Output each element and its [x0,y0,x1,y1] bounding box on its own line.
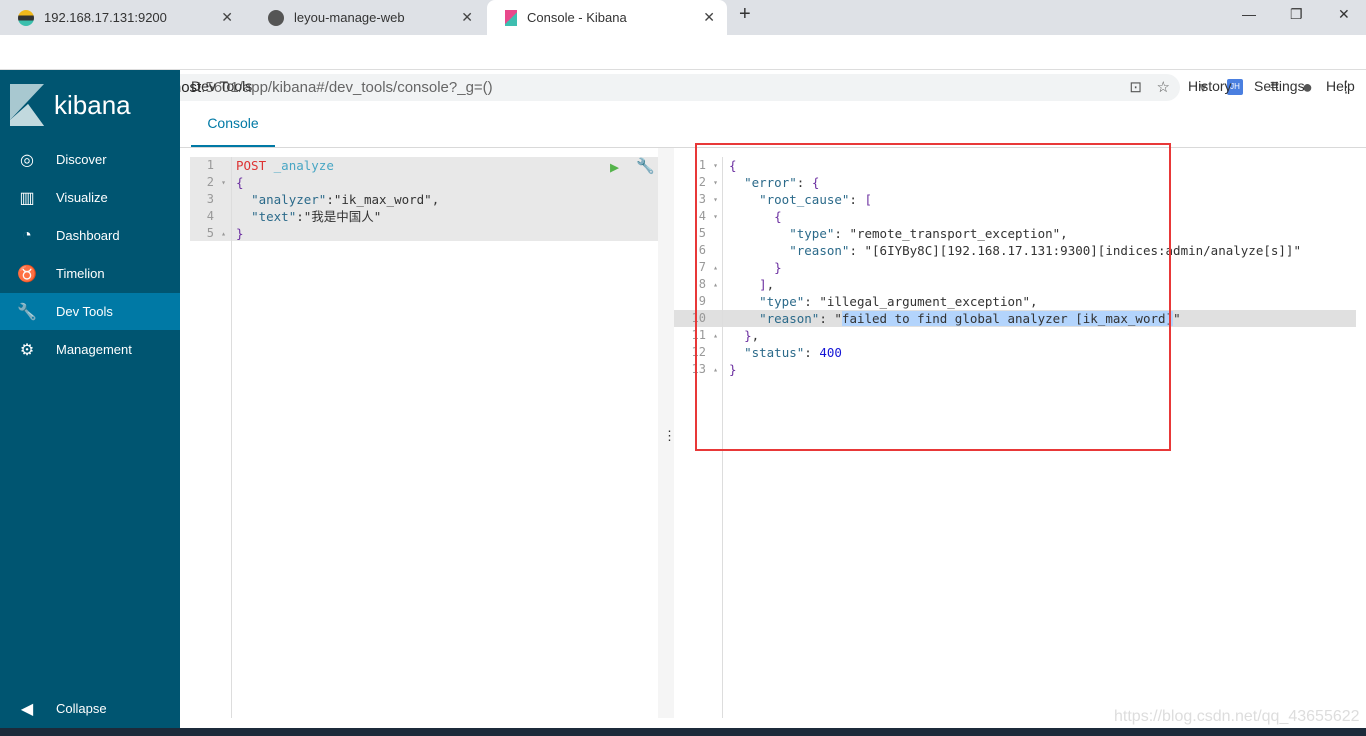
fold-icon[interactable]: ▴ [216,225,226,242]
request-line: POST _analyze [236,157,334,174]
kibana-logo [10,84,44,126]
line-number: 1 [206,158,214,172]
sidebar-item-discover[interactable]: ◎ Discover [0,141,180,178]
sidebar-item-dashboard[interactable]: ◔ Dashboard [0,217,180,254]
translate-icon[interactable]: ⊡ [1129,74,1142,101]
browser-tab[interactable]: leyou-manage-web ✕ [250,0,485,35]
help-link[interactable]: Help [1326,78,1355,94]
new-tab-button[interactable]: + [739,3,751,26]
kibana-icon [505,9,517,26]
sidebar-item-label: Visualize [56,190,108,205]
url-input[interactable]: ⓘ localhost:5601/app/kibana#/dev_tools/c… [108,74,1180,101]
sidebar-item-label: Dashboard [56,228,120,243]
play-icon[interactable]: ▶ [610,158,619,176]
request-line: "analyzer":"ik_max_word", [251,192,440,207]
wrench-icon[interactable]: 🔧 [636,157,655,175]
sidebar-item-visualize[interactable]: ▥ Visualize [0,179,180,216]
collapse-label: Collapse [56,701,107,716]
star-icon[interactable]: ☆ [1157,74,1170,101]
sidebar-item-management[interactable]: ⚙ Management [0,331,180,368]
sidebar-item-label: Management [56,342,132,357]
browser-tab-bar: 192.168.17.131:9200 ✕ leyou-manage-web ✕… [0,0,1366,35]
close-tab-icon[interactable]: ✕ [221,9,233,26]
tab-title: 192.168.17.131:9200 [44,10,167,25]
taskbar [0,728,1366,736]
globe-icon [268,9,284,26]
elastic-icon [18,9,34,26]
tab-title: leyou-manage-web [294,10,405,25]
compass-icon: ◎ [20,151,34,169]
gear-icon: ⚙ [19,341,35,359]
sidebar-collapse[interactable]: ◀ Collapse [0,690,180,727]
bar-chart-icon: ▥ [19,189,35,207]
close-tab-icon[interactable]: ✕ [703,9,715,26]
dashboard-icon: ◔ [22,226,32,244]
close-tab-icon[interactable]: ✕ [461,9,473,26]
wrench-icon: 🔧 [17,303,37,321]
request-line: { [236,175,244,190]
request-line: "text":"我是中国人" [251,209,382,224]
resize-handle[interactable]: ⋮ [658,148,676,718]
collapse-icon: ◀ [20,700,34,718]
sidebar-item-label: Dev Tools [56,304,113,319]
settings-link[interactable]: Settings [1254,78,1305,94]
sidebar-item-label: Timelion [56,266,105,281]
tab-title: Console - Kibana [527,10,627,25]
fold-icon[interactable]: ▾ [216,174,226,191]
sidebar-item-timelion[interactable]: ♉ Timelion [0,255,180,292]
line-number: 3 [206,192,214,206]
history-link[interactable]: History [1188,78,1232,94]
timelion-icon: ♉ [17,265,37,283]
sidebar: kibana ◎ Discover ▥ Visualize ◔ Dashboard ♉… [0,70,180,728]
browser-tab[interactable]: 192.168.17.131:9200 ✕ [0,0,245,35]
request-line: } [236,226,244,241]
sidebar-item-label: Discover [56,152,107,167]
highlight-box [695,143,1171,451]
line-number: 4 [206,209,214,223]
minimize-button[interactable]: — [1242,6,1256,22]
request-path: _analyze [273,158,334,173]
tab-console[interactable]: Console [191,110,275,147]
sidebar-item-dev-tools[interactable]: 🔧 Dev Tools [0,293,180,330]
browser-tab-active[interactable]: Console - Kibana ✕ [487,0,727,35]
page-title: Dev Tools [191,78,253,94]
close-window-button[interactable]: ✕ [1338,6,1350,23]
http-method: POST [236,158,267,173]
address-bar: ← → ↻ ⓘ localhost:5601/app/kibana#/dev_t… [0,35,1366,101]
logo-text: kibana [54,90,131,120]
restore-button[interactable]: ❐ [1290,6,1303,23]
watermark: https://blog.csdn.net/qq_43655622 [1114,708,1360,725]
